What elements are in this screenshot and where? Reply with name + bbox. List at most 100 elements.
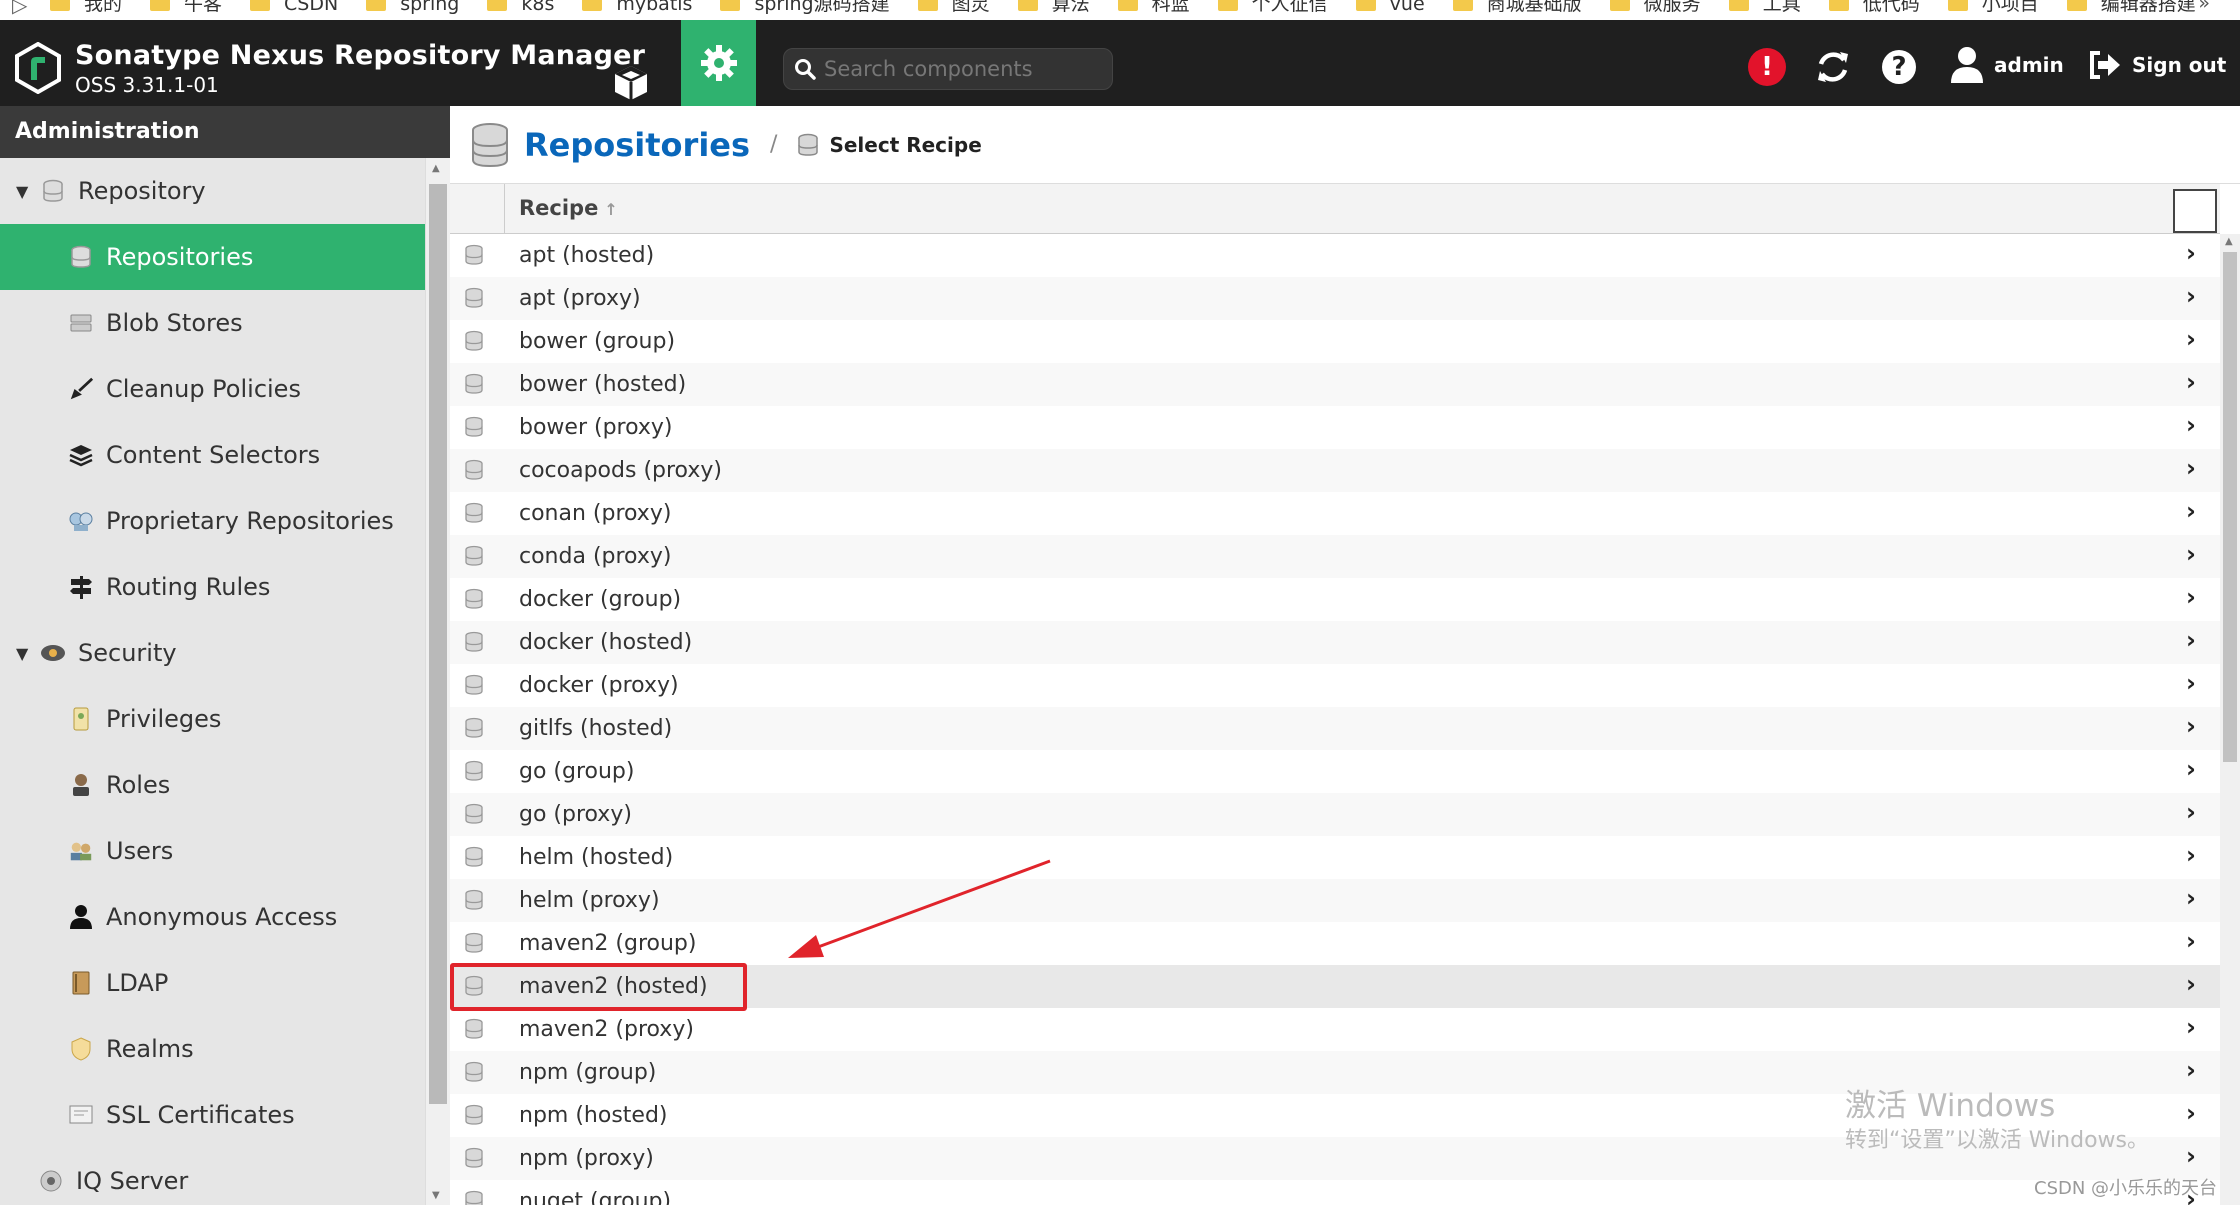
recipe-row[interactable]: nuget (group) › — [450, 1180, 2220, 1205]
recipe-label: npm (group) — [519, 1060, 657, 1085]
sidebar-item-label: LDAP — [106, 969, 169, 997]
recipe-row[interactable]: maven2 (group) › — [450, 922, 2220, 965]
sidebar-item-label: Cleanup Policies — [106, 375, 301, 403]
folder-icon — [2066, 0, 2087, 11]
help-icon[interactable]: ? — [1882, 50, 1916, 84]
column-menu-button[interactable] — [2173, 189, 2217, 233]
recipe-row[interactable]: gitlfs (hosted) › — [450, 707, 2220, 750]
recipe-row[interactable]: docker (proxy) › — [450, 664, 2220, 707]
folder-icon — [1017, 0, 1038, 11]
recipe-row[interactable]: conan (proxy) › — [450, 492, 2220, 535]
book-icon — [68, 970, 94, 996]
sidebar-item-security[interactable]: ▼ Security — [0, 620, 425, 686]
expand-arrow-icon[interactable]: ▼ — [16, 644, 28, 663]
scroll-up-icon[interactable]: ▲ — [2225, 236, 2233, 247]
sidebar-scroll-thumb[interactable] — [429, 184, 447, 1104]
administration-button[interactable] — [681, 20, 756, 106]
recipe-row[interactable]: go (proxy) › — [450, 793, 2220, 836]
sidebar-item-ssl-certificates[interactable]: SSL Certificates — [0, 1082, 425, 1148]
sidebar-item-ldap[interactable]: LDAP — [0, 950, 425, 1016]
recipe-row[interactable]: go (group) › — [450, 750, 2220, 793]
sidebar-item-label: IQ Server — [76, 1167, 189, 1195]
bookmark-item[interactable]: 工具 — [1728, 0, 1801, 13]
bookmark-item[interactable]: vue — [1355, 0, 1425, 13]
sidebar-item-realms[interactable]: Realms — [0, 1016, 425, 1082]
expand-arrow-icon[interactable]: ▼ — [16, 182, 28, 201]
recipe-row[interactable]: conda (proxy) › — [450, 535, 2220, 578]
bookmark-item[interactable]: 编辑器搭建 — [2066, 0, 2196, 13]
grid-scrollbar[interactable]: ▲ — [2220, 234, 2240, 1205]
bookmark-item[interactable]: 科蓝 — [1117, 0, 1190, 13]
sidebar-item-label: Realms — [106, 1035, 194, 1063]
sidebar-item-label: SSL Certificates — [106, 1101, 295, 1129]
grid-scroll-thumb[interactable] — [2223, 252, 2237, 762]
recipe-row[interactable]: docker (group) › — [450, 578, 2220, 621]
sign-out-button[interactable]: Sign out — [2088, 50, 2226, 80]
refresh-icon[interactable] — [1814, 48, 1852, 86]
sidebar-item-repositories[interactable]: Repositories — [0, 224, 425, 290]
bookmark-item[interactable]: 个人征信 — [1217, 0, 1328, 13]
sign-out-icon — [2090, 51, 2120, 79]
sidebar-scrollbar[interactable]: ▲ ▼ — [425, 158, 450, 1205]
sidebar-item-iq-server[interactable]: IQ Server — [0, 1148, 425, 1205]
column-header-recipe[interactable]: Recipe ↑ — [519, 196, 618, 220]
recipe-label: go (proxy) — [519, 802, 632, 827]
bookmark-item[interactable]: 图灵 — [917, 0, 990, 13]
sidebar-item-privileges[interactable]: Privileges — [0, 686, 425, 752]
recipe-row[interactable]: helm (hosted) › — [450, 836, 2220, 879]
scroll-down-icon[interactable]: ▼ — [432, 1190, 440, 1201]
bookmark-item[interactable]: 算法 — [1017, 0, 1090, 13]
bookmark-item[interactable]: 微服务 — [1609, 0, 1701, 13]
recipe-row[interactable]: cocoapods (proxy) › — [450, 449, 2220, 492]
recipe-label: docker (hosted) — [519, 630, 693, 655]
sidebar-item-cleanup-policies[interactable]: Cleanup Policies — [0, 356, 425, 422]
shield-icon — [68, 1036, 94, 1062]
sidebar-item-roles[interactable]: Roles — [0, 752, 425, 818]
search-input[interactable] — [824, 57, 1094, 81]
chevron-right-icon: › — [2186, 239, 2196, 267]
scroll-up-icon[interactable]: ▲ — [432, 163, 440, 174]
database-icon — [464, 1018, 484, 1046]
recipe-row[interactable]: apt (proxy) › — [450, 277, 2220, 320]
sidebar-item-proprietary-repositories[interactable]: Proprietary Repositories — [0, 488, 425, 554]
sidebar-item-repository[interactable]: ▼ Repository — [0, 158, 425, 224]
recipe-row[interactable]: bower (group) › — [450, 320, 2220, 363]
proprietary-icon — [68, 508, 94, 534]
recipe-label: maven2 (proxy) — [519, 1017, 694, 1042]
bookmark-label: 低代码 — [1862, 0, 1920, 15]
user-icon — [68, 904, 94, 930]
recipe-row[interactable]: bower (hosted) › — [450, 363, 2220, 406]
sidebar-item-anonymous-access[interactable]: Anonymous Access — [0, 884, 425, 950]
sidebar-item-content-selectors[interactable]: Content Selectors — [0, 422, 425, 488]
search-box[interactable] — [783, 48, 1113, 90]
recipe-row[interactable]: maven2 (proxy) › — [450, 1008, 2220, 1051]
database-icon — [464, 1147, 484, 1175]
badge-icon — [68, 706, 94, 732]
user-menu[interactable]: admin — [1950, 46, 2064, 84]
sidebar-item-routing-rules[interactable]: Routing Rules — [0, 554, 425, 620]
sidebar-item-users[interactable]: Users — [0, 818, 425, 884]
folder-icon — [50, 0, 70, 11]
bookmark-item[interactable]: 我的 — [50, 0, 122, 13]
sidebar-item-blob-stores[interactable]: Blob Stores — [0, 290, 425, 356]
bookmark-item[interactable]: spring源码搭建 — [720, 0, 890, 13]
alert-icon[interactable]: ! — [1748, 48, 1786, 86]
bookmark-item[interactable]: 低代码 — [1828, 0, 1920, 15]
database-icon — [464, 1104, 484, 1132]
bookmark-item[interactable]: CSDN — [250, 0, 338, 13]
bookmark-item[interactable]: 牛客 — [150, 0, 222, 13]
recipe-row[interactable]: bower (proxy) › — [450, 406, 2220, 449]
recipe-row[interactable]: helm (proxy) › — [450, 879, 2220, 922]
recipe-row[interactable]: docker (hosted) › — [450, 621, 2220, 664]
bookmark-item[interactable]: spring — [366, 0, 459, 13]
bookmarks-more-button[interactable]: » — [2198, 0, 2210, 13]
bookmark-item[interactable]: 小项目 — [1947, 0, 2039, 13]
bookmark-item[interactable]: mybatis — [582, 0, 692, 13]
bookmarks-nav-icon[interactable]: ▷ — [12, 0, 27, 15]
iq-icon — [38, 1168, 64, 1194]
chevron-right-icon: › — [2186, 884, 2196, 912]
breadcrumb-repositories-link[interactable]: Repositories — [524, 126, 750, 164]
bookmark-item[interactable]: 商城基础版 — [1452, 0, 1582, 13]
recipe-row[interactable]: apt (hosted) › — [450, 234, 2220, 277]
bookmark-item[interactable]: k8s — [487, 0, 554, 13]
